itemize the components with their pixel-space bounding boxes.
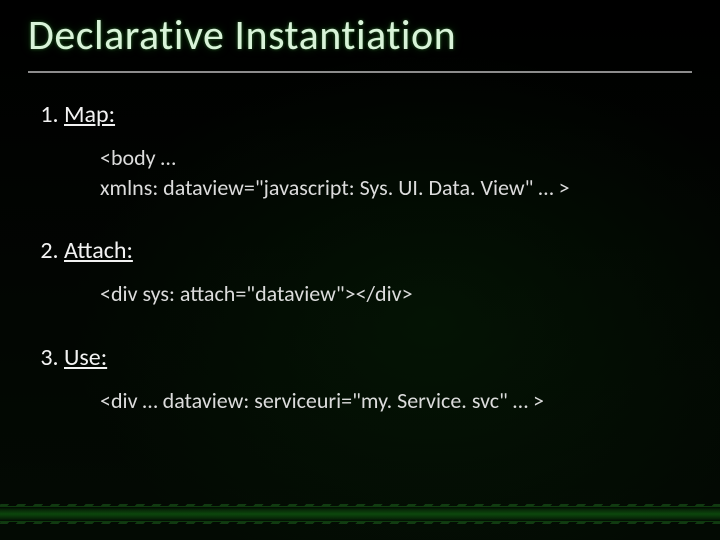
code-block-map: <body … xmlns: dataview="javascript: Sys… [100, 143, 690, 202]
step-map: Map: <body … xmlns: dataview="javascript… [64, 100, 690, 202]
slide: Declarative Instantiation Map: <body … x… [0, 0, 720, 540]
step-label: Attach: [64, 236, 133, 265]
code-block-use: <div … dataview: serviceuri="my. Service… [100, 386, 690, 416]
step-attach: Attach: <div sys: attach="dataview"></di… [64, 236, 690, 309]
footer-decorative-stripe [0, 506, 720, 522]
step-label: Map: [64, 100, 115, 129]
step-label: Use: [64, 343, 107, 372]
code-block-attach: <div sys: attach="dataview"></div> [100, 279, 690, 309]
steps-list: Map: <body … xmlns: dataview="javascript… [30, 100, 690, 416]
slide-body: Map: <body … xmlns: dataview="javascript… [30, 100, 690, 500]
slide-title: Declarative Instantiation [28, 10, 692, 73]
step-use: Use: <div … dataview: serviceuri="my. Se… [64, 343, 690, 416]
